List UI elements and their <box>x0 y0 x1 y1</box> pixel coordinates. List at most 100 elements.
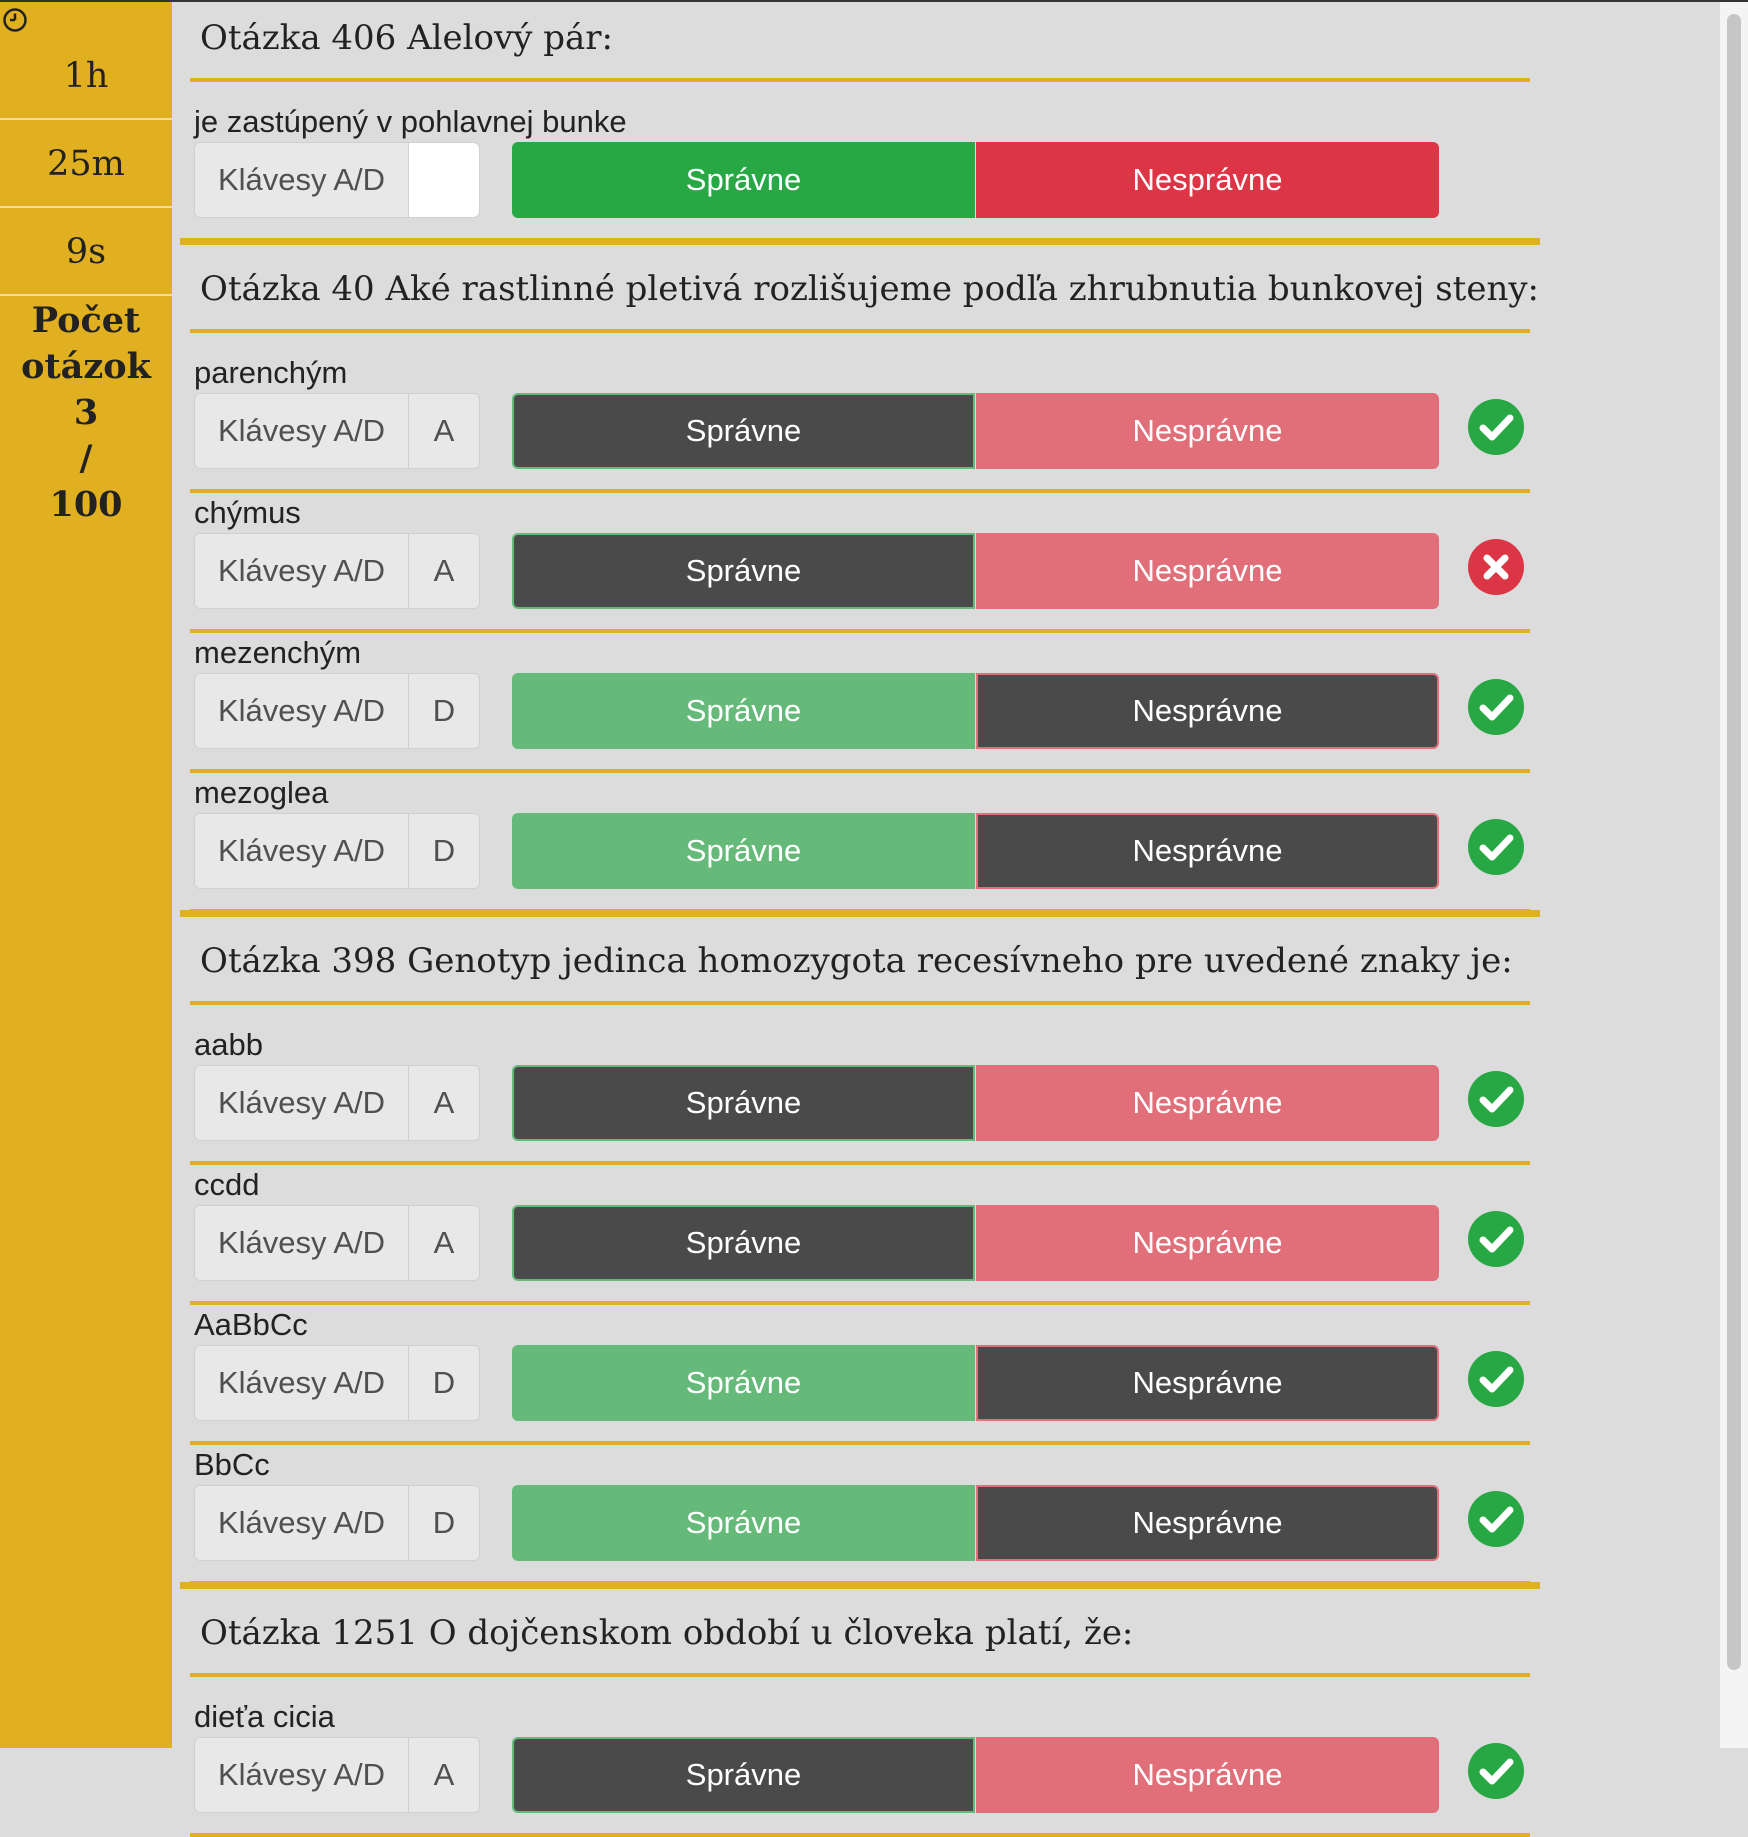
key-hint-label: Klávesy A/D <box>195 1206 409 1280</box>
correct-button[interactable]: Správne <box>512 1345 975 1421</box>
key-input-group: Klávesy A/D D <box>194 1485 480 1561</box>
title-divider <box>190 78 1530 82</box>
question-block: Otázka 398 Genotyp jedinca homozygota re… <box>172 925 1544 1585</box>
answer-text: AaBbCc <box>194 1307 308 1342</box>
key-hint-label: Klávesy A/D <box>195 1486 409 1560</box>
key-value-field[interactable]: D <box>409 1486 479 1560</box>
key-value-field[interactable]: A <box>409 1066 479 1140</box>
key-value-field[interactable] <box>409 143 479 217</box>
key-value-field[interactable]: A <box>409 534 479 608</box>
check-circle-icon <box>1468 1743 1524 1799</box>
answer-row: mezenchým Klávesy A/D D Správne Nesprávne <box>172 633 1544 773</box>
wrong-button[interactable]: Nesprávne <box>976 813 1439 889</box>
key-hint-label: Klávesy A/D <box>195 814 409 888</box>
correct-button[interactable]: Správne <box>512 533 975 609</box>
key-value-field[interactable]: D <box>409 674 479 748</box>
check-circle-icon <box>1468 1071 1524 1127</box>
check-circle-icon <box>1468 1211 1524 1267</box>
correct-button[interactable]: Správne <box>512 142 975 218</box>
answer-row: dieťa cicia Klávesy A/D A Správne Nesprávne <box>172 1697 1544 1837</box>
correct-button[interactable]: Správne <box>512 1205 975 1281</box>
counter-separator: / <box>79 438 93 479</box>
key-value-field[interactable]: D <box>409 1346 479 1420</box>
answer-row: parenchým Klávesy A/D A Správne Nesprávne <box>172 353 1544 493</box>
clock-icon <box>3 8 27 32</box>
key-input-group: Klávesy A/D A <box>194 1065 480 1141</box>
answer-row: AaBbCc Klávesy A/D D Správne Nesprávne <box>172 1305 1544 1445</box>
question-counter: Počet otázok 3 / 100 <box>0 298 172 528</box>
key-hint-label: Klávesy A/D <box>195 1346 409 1420</box>
question-block: Otázka 40 Aké rastlinné pletivá rozlišuj… <box>172 253 1544 913</box>
key-input-group: Klávesy A/D D <box>194 673 480 749</box>
key-input-group: Klávesy A/D A <box>194 533 480 609</box>
answer-row: ccdd Klávesy A/D A Správne Nesprávne <box>172 1165 1544 1305</box>
correct-button[interactable]: Správne <box>512 673 975 749</box>
check-circle-icon <box>1468 399 1524 455</box>
question-title: Otázka 1251 O dojčenskom období u človek… <box>200 1613 1134 1653</box>
question-list: Otázka 406 Alelový pár: je zastúpený v po… <box>172 2 1720 1837</box>
check-circle-icon <box>1468 819 1524 875</box>
wrong-button[interactable]: Nesprávne <box>976 533 1439 609</box>
question-title: Otázka 40 Aké rastlinné pletivá rozlišuj… <box>200 269 1539 309</box>
key-input-group: Klávesy A/D D <box>194 813 480 889</box>
title-divider <box>190 1673 1530 1677</box>
answer-text: BbCc <box>194 1447 270 1482</box>
key-value-field[interactable]: D <box>409 814 479 888</box>
answer-row: mezoglea Klávesy A/D D Správne Nesprávne <box>172 773 1544 913</box>
key-value-field[interactable]: A <box>409 394 479 468</box>
key-hint-label: Klávesy A/D <box>195 674 409 748</box>
key-hint-label: Klávesy A/D <box>195 1738 409 1812</box>
timer-minutes: 25m <box>0 122 172 208</box>
question-block: Otázka 1251 O dojčenskom období u človek… <box>172 1597 1544 1837</box>
counter-label-1: Počet <box>31 300 141 341</box>
answer-text: parenchým <box>194 355 348 390</box>
answer-text: dieťa cicia <box>194 1699 335 1734</box>
key-input-group: Klávesy A/D A <box>194 393 480 469</box>
answer-divider <box>190 1833 1530 1837</box>
correct-button[interactable]: Správne <box>512 1485 975 1561</box>
answer-row: chýmus Klávesy A/D A Správne Nesprávne <box>172 493 1544 633</box>
answer-text: chýmus <box>194 495 301 530</box>
answer-row: aabb Klávesy A/D A Správne Nesprávne <box>172 1025 1544 1165</box>
key-input-group: Klávesy A/D A <box>194 1737 480 1813</box>
wrong-button[interactable]: Nesprávne <box>976 1737 1439 1813</box>
check-circle-icon <box>1468 1491 1524 1547</box>
title-divider <box>190 329 1530 333</box>
wrong-button[interactable]: Nesprávne <box>976 142 1439 218</box>
answer-text: ccdd <box>194 1167 260 1202</box>
key-hint-label: Klávesy A/D <box>195 1066 409 1140</box>
question-separator <box>180 910 1540 917</box>
answer-text: mezoglea <box>194 775 329 810</box>
wrong-button[interactable]: Nesprávne <box>976 673 1439 749</box>
correct-button[interactable]: Správne <box>512 1065 975 1141</box>
wrong-button[interactable]: Nesprávne <box>976 1485 1439 1561</box>
answer-text: aabb <box>194 1027 263 1062</box>
counter-total: 100 <box>49 484 123 525</box>
counter-current: 3 <box>73 392 99 433</box>
answer-row: je zastúpený v pohlavnej bunke Klávesy A/… <box>172 102 1544 242</box>
key-value-field[interactable]: A <box>409 1206 479 1280</box>
key-hint-label: Klávesy A/D <box>195 143 409 217</box>
scrollbar-thumb[interactable] <box>1727 14 1741 1670</box>
cross-circle-icon <box>1468 539 1524 595</box>
correct-button[interactable]: Správne <box>512 393 975 469</box>
wrong-button[interactable]: Nesprávne <box>976 1205 1439 1281</box>
correct-button[interactable]: Správne <box>512 813 975 889</box>
key-hint-label: Klávesy A/D <box>195 534 409 608</box>
question-title: Otázka 398 Genotyp jedinca homozygota re… <box>200 941 1513 981</box>
key-value-field[interactable]: A <box>409 1738 479 1812</box>
key-input-group: Klávesy A/D A <box>194 1205 480 1281</box>
check-circle-icon <box>1468 1351 1524 1407</box>
key-hint-label: Klávesy A/D <box>195 394 409 468</box>
wrong-button[interactable]: Nesprávne <box>976 393 1439 469</box>
question-separator <box>180 1582 1540 1589</box>
question-separator <box>180 238 1540 245</box>
wrong-button[interactable]: Nesprávne <box>976 1345 1439 1421</box>
wrong-button[interactable]: Nesprávne <box>976 1065 1439 1141</box>
question-block: Otázka 406 Alelový pár: je zastúpený v po… <box>172 2 1544 242</box>
key-input-group: Klávesy A/D <box>194 142 480 218</box>
counter-label-2: otázok <box>21 346 151 387</box>
correct-button[interactable]: Správne <box>512 1737 975 1813</box>
timer-hours: 1h <box>0 34 172 120</box>
answer-text: je zastúpený v pohlavnej bunke <box>194 104 627 139</box>
